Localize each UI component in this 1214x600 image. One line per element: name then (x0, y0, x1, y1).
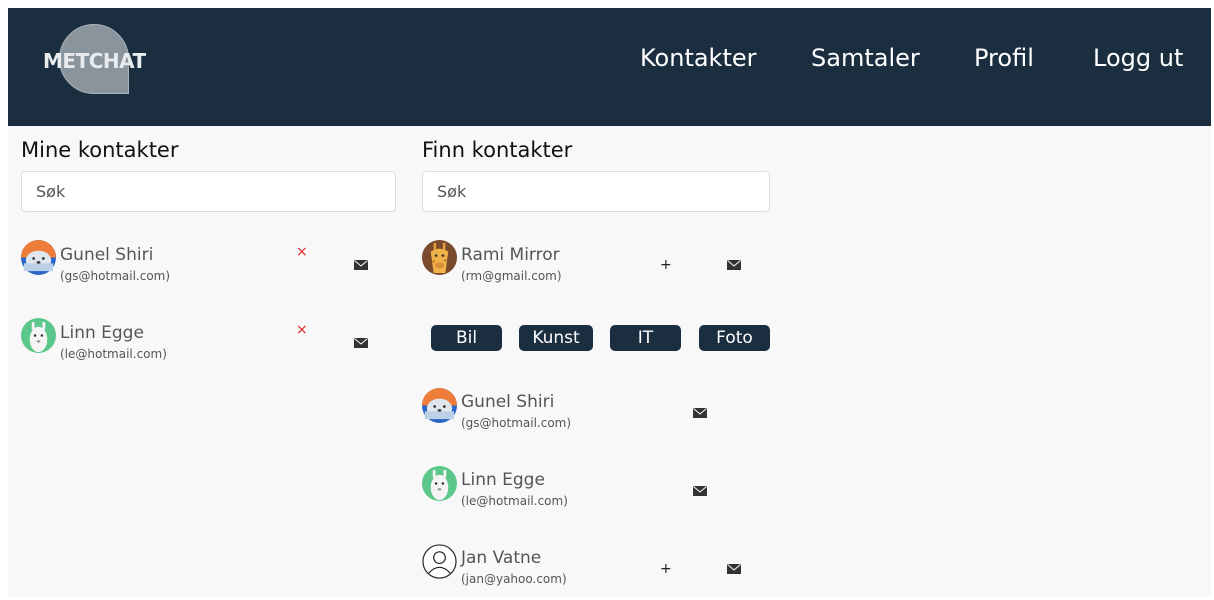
llama-avatar (422, 466, 457, 501)
logo-text: METCHAT (43, 49, 146, 73)
contact-email: (jan@yahoo.com) (461, 572, 567, 586)
contact-email: (gs@hotmail.com) (461, 416, 572, 430)
person-outline-icon (422, 544, 457, 579)
tag-it[interactable]: IT (610, 325, 681, 351)
contact-name[interactable]: Linn Egge (60, 323, 144, 343)
envelope-icon[interactable] (354, 338, 368, 348)
giraffe-avatar (422, 240, 457, 275)
contact-name[interactable]: Rami Mirror (461, 245, 560, 265)
nav-logg-ut[interactable]: Logg ut (1093, 44, 1183, 72)
contact-name[interactable]: Linn Egge (461, 470, 545, 490)
envelope-icon[interactable] (693, 408, 707, 418)
envelope-icon[interactable] (354, 260, 368, 270)
add-contact-icon[interactable]: + (660, 561, 672, 577)
contact-name[interactable]: Gunel Shiri (461, 392, 554, 412)
app-frame: METCHAT Kontakter Samtaler Profil Logg u… (8, 8, 1211, 597)
seal-avatar (21, 240, 56, 275)
add-contact-icon[interactable]: + (660, 257, 672, 273)
nav-kontakter[interactable]: Kontakter (640, 44, 757, 72)
my-contacts-title: Mine kontakter (21, 138, 179, 162)
find-contacts-search-input[interactable] (422, 171, 770, 212)
top-navbar: METCHAT Kontakter Samtaler Profil Logg u… (8, 8, 1211, 126)
find-contacts-title: Finn kontakter (422, 138, 573, 162)
envelope-icon[interactable] (727, 260, 741, 270)
llama-avatar (21, 318, 56, 353)
seal-avatar (422, 388, 457, 423)
nav-profil[interactable]: Profil (974, 44, 1034, 72)
contact-email: (rm@gmail.com) (461, 269, 562, 283)
contact-name[interactable]: Gunel Shiri (60, 245, 153, 265)
nav-samtaler[interactable]: Samtaler (811, 44, 920, 72)
remove-contact-icon[interactable]: × (296, 244, 308, 260)
tag-foto[interactable]: Foto (699, 325, 770, 351)
tag-kunst[interactable]: Kunst (519, 325, 593, 351)
contact-email: (le@hotmail.com) (60, 347, 167, 361)
remove-contact-icon[interactable]: × (296, 322, 308, 338)
contact-name[interactable]: Jan Vatne (461, 548, 541, 568)
envelope-icon[interactable] (693, 486, 707, 496)
contact-email: (le@hotmail.com) (461, 494, 568, 508)
envelope-icon[interactable] (727, 564, 741, 574)
my-contacts-search-input[interactable] (21, 171, 396, 212)
metchat-logo[interactable]: METCHAT (43, 24, 163, 99)
contact-email: (gs@hotmail.com) (60, 269, 171, 283)
tag-bil[interactable]: Bil (431, 325, 502, 351)
